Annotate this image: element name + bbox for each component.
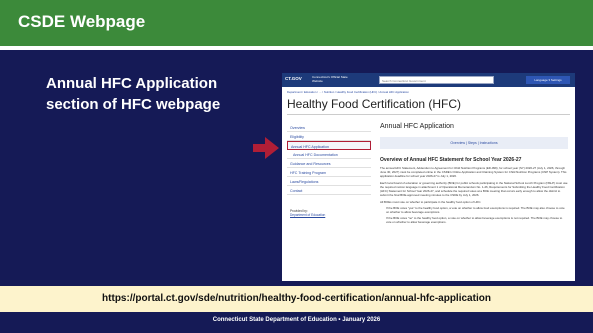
slide: CSDE Webpage Annual HFC Application sect… xyxy=(0,0,593,333)
main-panel: Annual HFC Application section of HFC we… xyxy=(0,50,593,286)
nav-item-laws-regulations[interactable]: Laws/Regulations xyxy=(287,177,371,186)
nav-item-training-program[interactable]: HFC Training Program xyxy=(287,168,371,177)
page-content: Annual HFC Application Overview | Steps … xyxy=(380,123,568,224)
webpage-screenshot: CT.GOV Connecticut's Official State Webs… xyxy=(282,73,575,281)
language-settings-button[interactable]: Language ▾ Settings xyxy=(526,76,570,84)
side-nav: Overview Eligibility Annual HFC Applicat… xyxy=(287,123,371,217)
nav-item-annual-hfc-application[interactable]: Annual HFC Application xyxy=(287,141,371,150)
ctgov-logo: CT.GOV xyxy=(285,76,302,81)
footer-bar: Connecticut State Department of Educatio… xyxy=(0,312,593,333)
content-title: Annual HFC Application xyxy=(380,123,454,130)
nav-item-guidance-resources[interactable]: Guidance and Resources xyxy=(287,159,371,168)
nav-item-annual-hfc-documentation[interactable]: Annual HFC Documentation xyxy=(287,150,371,159)
url-banner: https://portal.ct.gov/sde/nutrition/heal… xyxy=(0,286,593,312)
site-topbar: CT.GOV Connecticut's Official State Webs… xyxy=(282,73,575,87)
logo-subtitle: Connecticut's Official State Website xyxy=(312,75,348,83)
nav-item-eligibility[interactable]: Eligibility xyxy=(287,132,371,141)
nav-item-overview[interactable]: Overview xyxy=(287,123,371,132)
paragraph: All BOEs must vote on whether to partici… xyxy=(380,200,482,204)
paragraph: The annual HFC Statement, Addendum to Ag… xyxy=(380,166,567,178)
provided-by-link[interactable]: Department of Education xyxy=(287,213,371,217)
slide-title: CSDE Webpage xyxy=(18,12,146,31)
content-tab-bar[interactable]: Overview | Steps | Instructions xyxy=(380,137,568,149)
breadcrumb[interactable]: Department / Education / … / Nutrition /… xyxy=(287,90,409,94)
heading-divider xyxy=(287,114,570,115)
paragraph: Each local board of education or governi… xyxy=(380,181,568,197)
list-item: If the BOE votes "no" to the healthy foo… xyxy=(386,216,563,224)
site-search-input[interactable]: Search Connecticut Government xyxy=(379,76,494,84)
webpage-url[interactable]: https://portal.ct.gov/sde/nutrition/heal… xyxy=(0,293,593,304)
nav-item-contact[interactable]: Contact xyxy=(287,186,371,195)
footer-text: Connecticut State Department of Educatio… xyxy=(212,317,381,323)
slide-caption: Annual HFC Application section of HFC we… xyxy=(46,75,221,113)
page-heading: Healthy Food Certification (HFC) xyxy=(287,97,462,111)
right-arrow-icon xyxy=(253,137,279,159)
header-bar: CSDE Webpage xyxy=(0,0,593,46)
section-heading: Overview of Annual HFC Statement for Sch… xyxy=(380,157,522,163)
list-item: If the BOE votes "yes" to the healthy fo… xyxy=(386,206,565,214)
